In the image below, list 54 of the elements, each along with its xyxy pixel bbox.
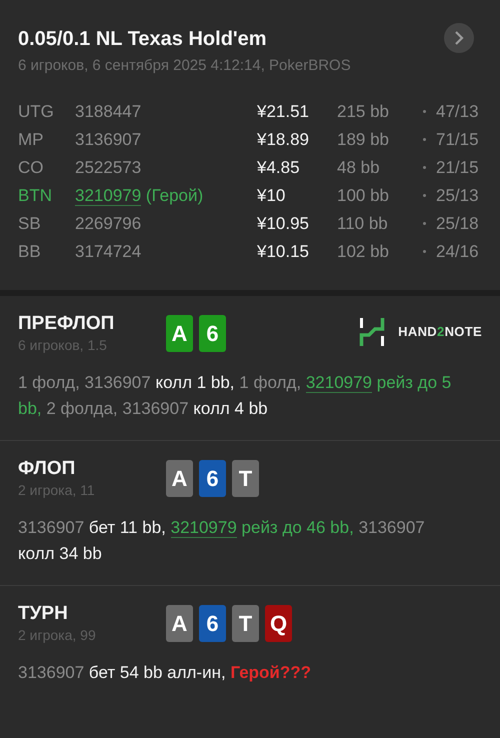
stack-bb: 48 bb — [337, 156, 380, 179]
playing-card: Q — [265, 604, 292, 642]
player-id: 3188447 — [75, 102, 142, 121]
street-title: ТУРН — [18, 602, 69, 626]
position-label: SB — [18, 212, 41, 235]
street-title: ПРЕФЛОП — [18, 312, 116, 336]
position-label: BB — [18, 240, 41, 263]
position-label: MP — [18, 128, 44, 151]
position-label: BTN — [18, 184, 52, 207]
action-summary: 3136907 бет 11 bb, 3210979 рейз до 46 bb, 3136907 колл 34 bb — [18, 516, 426, 564]
player-stats: 21/15 — [436, 156, 479, 179]
stack-amount: ¥4.85 — [257, 156, 300, 179]
stack-amount: ¥21.51 — [257, 100, 309, 123]
stack-amount: ¥10.15 — [257, 240, 309, 263]
player-id: 3136907 — [75, 130, 142, 149]
chevron-right-icon — [454, 31, 464, 45]
stack-bb: 110 bb — [337, 212, 388, 235]
player-id: 3174724 — [75, 242, 142, 261]
player-stats: 25/18 — [436, 212, 479, 235]
stack-amount: ¥10 — [257, 184, 286, 207]
player-stats: 47/13 — [436, 100, 479, 123]
playing-card: A — [166, 460, 193, 496]
stack-bb: 215 bb — [337, 100, 389, 123]
logo-icon — [358, 318, 386, 346]
playing-card: T — [232, 460, 259, 496]
logo-wordmark: HAND2NOTE — [398, 322, 482, 341]
action-summary: 3136907 бет 54 bb алл-ин, Герой??? — [18, 662, 312, 684]
player-link[interactable]: 3210979 — [306, 372, 372, 392]
player-stats: 24/16 — [436, 240, 479, 263]
playing-card: T — [232, 604, 259, 642]
next-button[interactable] — [444, 23, 474, 53]
stack-bb: 102 bb — [337, 240, 389, 263]
player-stats: 25/13 — [436, 184, 479, 207]
hero-label: (Герой) — [146, 186, 204, 205]
street-title: ФЛОП — [18, 456, 76, 480]
stack-amount: ¥18.89 — [257, 128, 309, 151]
position-label: UTG — [18, 100, 54, 123]
player-stats: 71/15 — [436, 128, 479, 151]
playing-card: 6 — [199, 314, 226, 352]
player-id: 2269796 — [75, 214, 142, 233]
player-id: 2522573 — [75, 158, 142, 177]
player-link[interactable]: 3210979 — [75, 186, 142, 206]
playing-card: A — [166, 314, 193, 352]
action-summary: 1 фолд, 3136907 колл 1 bb, 1 фолд, 3210979 рейз до 5 bb, 2 фолда, 3136907 колл 4 bb — [18, 372, 452, 420]
hand-title: 0.05/0.1 NL Texas Hold'em — [18, 27, 267, 52]
player-link[interactable]: 3210979 — [170, 518, 237, 538]
stack-amount: ¥10.95 — [257, 212, 309, 235]
hand-subtitle: 6 игроков, 6 сентября 2025 4:12:14, PokerBROS — [18, 56, 352, 76]
stack-bb: 189 bb — [337, 128, 389, 151]
position-label: CO — [18, 156, 44, 179]
stack-bb: 100 bb — [337, 184, 389, 207]
playing-card: 6 — [199, 604, 226, 642]
playing-card: 6 — [199, 460, 226, 496]
playing-card: A — [166, 604, 193, 642]
